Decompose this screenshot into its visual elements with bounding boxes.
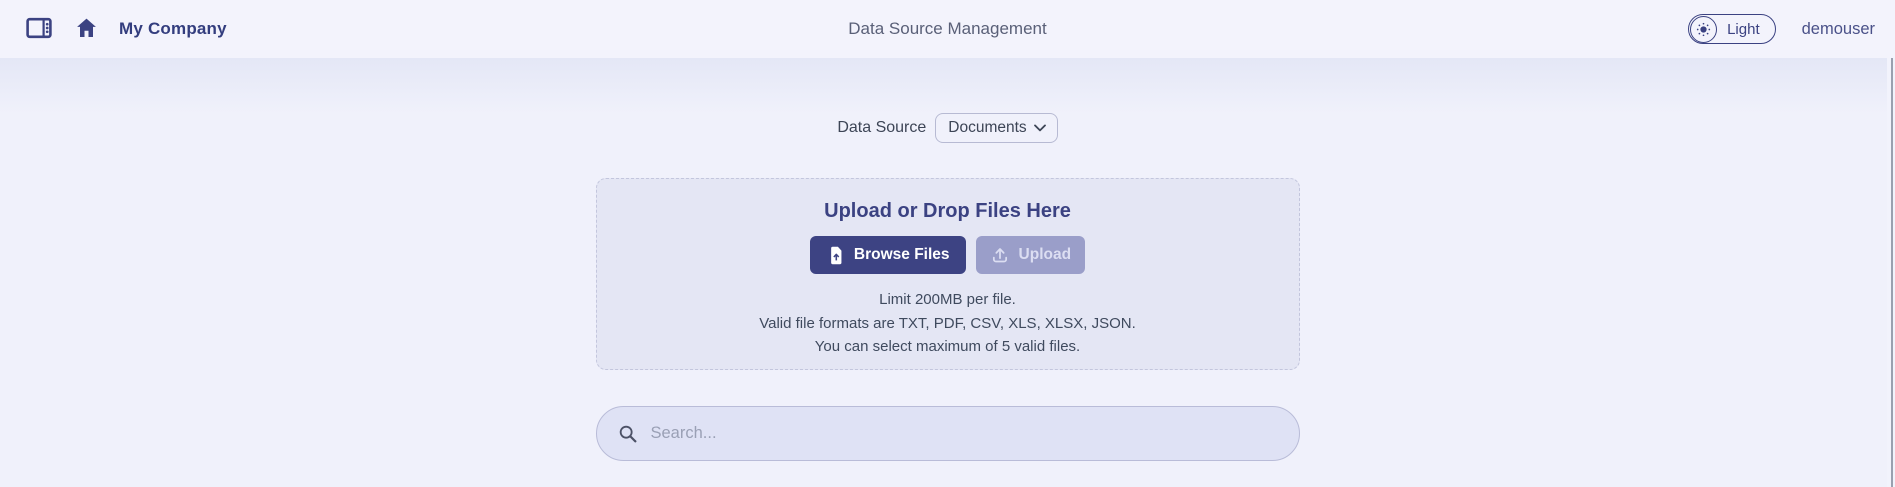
- browse-files-button[interactable]: Browse Files: [810, 236, 966, 274]
- upload-label: Upload: [1019, 246, 1072, 264]
- main-content: Data Source Documents Upload or Drop Fil…: [0, 58, 1895, 461]
- formats-info-line: Valid file formats are TXT, PDF, CSV, XL…: [597, 315, 1299, 334]
- data-source-label: Data Source: [837, 119, 926, 137]
- limit-info-line: Limit 200MB per file.: [597, 291, 1299, 310]
- chevron-down-icon: [1034, 124, 1046, 132]
- home-icon: [74, 16, 99, 43]
- file-dropzone[interactable]: Upload or Drop Files Here Browse Files: [596, 178, 1300, 370]
- theme-toggle-label: Light: [1727, 21, 1760, 38]
- sidebar-panel-icon: [26, 16, 52, 43]
- dropzone-info: Limit 200MB per file. Valid file formats…: [597, 291, 1299, 357]
- search-input[interactable]: [649, 423, 1285, 444]
- data-source-selected-value: Documents: [948, 119, 1026, 137]
- app-header: My Company Data Source Management Light: [0, 0, 1895, 58]
- data-source-row: Data Source Documents: [596, 113, 1300, 143]
- header-left-group: My Company: [25, 15, 227, 43]
- dropzone-buttons: Browse Files Upload: [597, 236, 1299, 274]
- home-button[interactable]: [72, 15, 100, 43]
- sun-icon: [1690, 16, 1717, 43]
- sidebar-toggle-button[interactable]: [25, 15, 53, 43]
- header-right-group: Light demouser: [1688, 14, 1875, 44]
- username: demouser: [1802, 20, 1875, 39]
- page-title: Data Source Management: [0, 19, 1895, 39]
- upload-arrow-icon: [990, 245, 1010, 265]
- upload-button[interactable]: Upload: [976, 236, 1086, 274]
- dropzone-heading: Upload or Drop Files Here: [597, 200, 1299, 223]
- browse-files-label: Browse Files: [854, 246, 950, 264]
- file-upload-icon: [826, 245, 845, 266]
- search-bar: [596, 406, 1300, 461]
- data-source-dropdown[interactable]: Documents: [935, 113, 1057, 143]
- company-name: My Company: [119, 19, 227, 39]
- search-icon: [617, 423, 639, 445]
- theme-toggle[interactable]: Light: [1688, 14, 1776, 44]
- max-files-info-line: You can select maximum of 5 valid files.: [597, 338, 1299, 357]
